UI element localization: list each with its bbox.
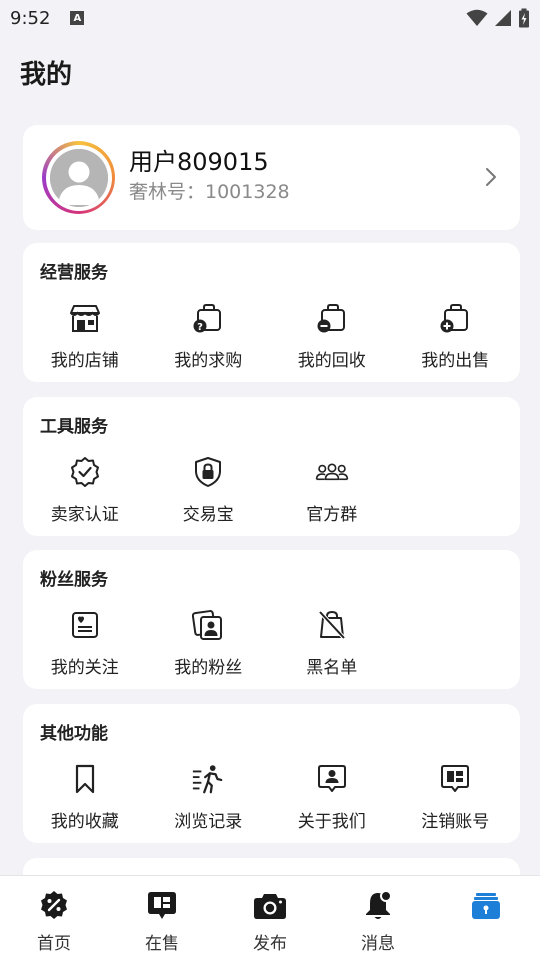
grid-label: 关于我们	[297, 812, 366, 832]
camera-icon	[254, 894, 286, 919]
section-title: 粉丝服务	[40, 570, 108, 590]
wallet-icon	[472, 893, 500, 919]
tab-label: 发布	[253, 934, 287, 954]
tab-publish[interactable]: 发布	[216, 876, 324, 960]
bag-question-icon: ?	[193, 304, 222, 333]
grid-label: 我的粉丝	[174, 658, 243, 678]
grid-label: 我的收藏	[50, 812, 119, 832]
fan-services-card: 粉丝服务 我的关注 我的粉丝 黑名单	[23, 550, 520, 689]
about-us-button[interactable]: 关于我们	[270, 762, 394, 832]
grid-label: 我的关注	[50, 658, 119, 678]
tab-label: 消息	[361, 934, 395, 954]
status-bar: 9:52 A	[0, 0, 540, 36]
escrow-button[interactable]: 交易宝	[147, 455, 271, 525]
battery-icon	[519, 8, 529, 28]
verified-badge-icon	[70, 457, 99, 487]
bag-minus-icon	[317, 304, 345, 333]
blacklist-button[interactable]: 黑名单	[270, 608, 394, 678]
notification-a-icon: A	[70, 11, 85, 25]
store-icon	[69, 305, 100, 332]
profile-card[interactable]: 用户809015 奢林号：1001328	[23, 125, 520, 230]
profile-id: 奢林号：1001328	[129, 181, 290, 203]
tab-label: 首页	[37, 934, 71, 954]
bookmark-icon	[75, 764, 94, 794]
heart-card-icon	[71, 612, 98, 638]
chevron-right-icon	[486, 168, 496, 186]
seller-verification-button[interactable]: 卖家认证	[23, 455, 147, 525]
bell-icon	[366, 890, 392, 919]
fans-photo-icon	[192, 610, 223, 640]
section-title: 经营服务	[40, 263, 108, 283]
wifi-icon	[466, 9, 488, 26]
svg-text:?: ?	[197, 322, 203, 333]
my-purchase-request-button[interactable]: ? 我的求购	[147, 301, 271, 371]
grid-label: 注销账号	[421, 812, 490, 832]
user-chat-icon	[317, 765, 346, 792]
grid-label: 黑名单	[306, 658, 358, 678]
browse-history-button[interactable]: 浏览记录	[147, 762, 271, 832]
grid-label: 我的出售	[421, 351, 490, 371]
tab-label: 在售	[145, 934, 179, 954]
my-store-button[interactable]: 我的店铺	[23, 301, 147, 371]
tab-on-sale[interactable]: 在售	[108, 876, 216, 960]
blocked-bag-icon	[318, 610, 346, 640]
shield-lock-icon	[195, 457, 222, 487]
walking-icon	[193, 765, 223, 794]
delete-account-button[interactable]: 注销账号	[394, 762, 518, 832]
grid-label: 我的店铺	[50, 351, 119, 371]
tab-home[interactable]: 首页	[0, 876, 108, 960]
tab-messages[interactable]: 消息	[324, 876, 432, 960]
grid-label: 卖家认证	[50, 505, 119, 525]
default-avatar-icon	[49, 148, 108, 207]
profile-name: 用户809015	[129, 148, 269, 176]
tab-mine[interactable]	[432, 876, 540, 960]
discount-badge-icon	[41, 891, 67, 919]
grid-label: 官方群	[306, 505, 358, 525]
bottom-tab-bar: 首页 在售 发布 消息	[0, 875, 540, 960]
grid-label: 浏览记录	[174, 812, 243, 832]
other-functions-card: 其他功能 我的收藏 浏览记录 关于我们 注销账号	[23, 704, 520, 843]
section-title: 工具服务	[40, 417, 108, 437]
group-icon	[315, 463, 348, 481]
official-group-button[interactable]: 官方群	[270, 455, 394, 525]
my-favorites-button[interactable]: 我的收藏	[23, 762, 147, 832]
my-fans-button[interactable]: 我的粉丝	[147, 608, 271, 678]
grid-label: 交易宝	[182, 505, 234, 525]
my-recycle-button[interactable]: 我的回收	[270, 301, 394, 371]
tool-services-card: 工具服务 卖家认证 交易宝 官方群	[23, 397, 520, 536]
chat-grid-icon	[441, 765, 470, 792]
status-time: 9:52	[10, 7, 51, 29]
grid-label: 我的回收	[297, 351, 366, 371]
bag-plus-icon	[440, 304, 469, 333]
cell-signal-icon	[495, 10, 511, 26]
my-sale-button[interactable]: 我的出售	[394, 301, 518, 371]
grid-label: 我的求购	[174, 351, 243, 371]
chat-box-icon	[148, 892, 176, 919]
business-services-card: 经营服务 我的店铺 ? 我的求购 我的回收 我的出售	[23, 243, 520, 382]
page-title: 我的	[20, 60, 73, 90]
avatar[interactable]	[42, 141, 115, 214]
my-following-button[interactable]: 我的关注	[23, 608, 147, 678]
section-title: 其他功能	[40, 724, 108, 744]
